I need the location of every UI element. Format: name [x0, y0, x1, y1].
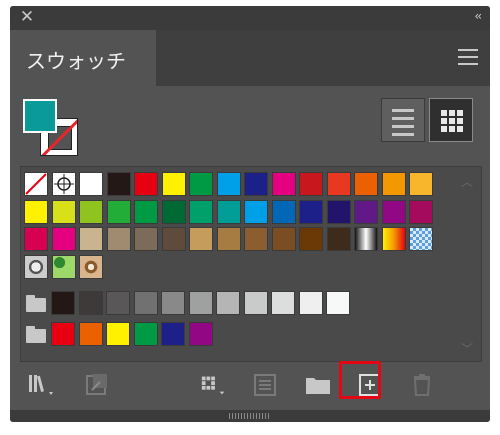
swatch[interactable] [409, 172, 433, 196]
swatch[interactable] [189, 199, 213, 224]
swatch[interactable] [271, 172, 296, 196]
swatch[interactable] [79, 254, 103, 279]
swatch[interactable] [161, 172, 186, 196]
swatch[interactable] [134, 172, 158, 196]
swatch[interactable] [299, 227, 323, 251]
tab-bar: スウォッチ [10, 30, 490, 86]
swatch[interactable] [24, 199, 48, 224]
swatch[interactable] [299, 199, 323, 224]
swatch[interactable] [161, 199, 186, 224]
swatch[interactable] [188, 322, 213, 346]
list-view-icon[interactable] [381, 98, 425, 142]
swatch[interactable] [244, 172, 268, 196]
swatch-options-icon[interactable] [250, 370, 280, 400]
swatch[interactable] [133, 322, 158, 346]
swatch[interactable] [51, 172, 76, 196]
swatch[interactable] [409, 227, 433, 251]
bottom-toolbar [10, 362, 490, 410]
swatch[interactable] [189, 172, 213, 196]
swatch[interactable] [216, 172, 241, 196]
swatch[interactable] [78, 322, 103, 346]
swatch[interactable] [216, 291, 240, 315]
swatch[interactable] [51, 254, 76, 279]
panel-menu-icon[interactable] [458, 49, 478, 65]
swatch[interactable] [244, 199, 268, 224]
swatch[interactable] [51, 227, 76, 251]
library-icon[interactable] [27, 370, 57, 400]
swatch-group-folder-icon[interactable] [26, 295, 46, 312]
swatch[interactable] [354, 172, 378, 196]
swatch[interactable] [106, 199, 131, 224]
swatch[interactable] [51, 322, 75, 346]
swatch[interactable] [326, 227, 351, 251]
swatch[interactable] [134, 199, 158, 224]
swatch[interactable] [243, 291, 268, 315]
resize-grip-icon[interactable] [229, 413, 269, 419]
swatch[interactable] [299, 172, 323, 196]
swatch[interactable] [161, 291, 185, 315]
swatch[interactable] [161, 227, 186, 251]
swatch[interactable] [354, 199, 378, 224]
swatch[interactable] [216, 199, 241, 224]
swatch[interactable] [51, 291, 75, 315]
swatch[interactable] [106, 291, 130, 315]
highlight-frame [339, 361, 381, 399]
close-icon[interactable]: ✕ [18, 8, 36, 26]
resize-strip [10, 410, 490, 422]
swatch[interactable] [381, 172, 406, 196]
swatch[interactable] [326, 172, 351, 196]
swatch[interactable] [381, 199, 406, 224]
swatch[interactable] [188, 291, 213, 315]
swatch[interactable] [78, 291, 103, 315]
swatch-kind-menu-icon[interactable] [199, 370, 229, 400]
collapse-icon[interactable]: ‹‹ [474, 9, 481, 23]
swatch[interactable] [79, 227, 103, 251]
swatch[interactable] [381, 227, 406, 251]
swatch[interactable] [106, 322, 130, 346]
swatch[interactable] [354, 227, 378, 251]
swatch-group-folder-icon[interactable] [26, 326, 46, 343]
swatch[interactable] [79, 199, 103, 224]
swatch[interactable] [51, 199, 76, 224]
swatch[interactable] [24, 227, 48, 251]
swatch[interactable] [189, 227, 213, 251]
grid-view-icon[interactable] [429, 98, 473, 142]
swatch[interactable] [106, 172, 131, 196]
swatch[interactable] [271, 227, 296, 251]
swatch[interactable] [24, 254, 48, 279]
place-swatch-icon[interactable] [83, 370, 113, 400]
swatch[interactable] [271, 199, 296, 224]
fill-swatch[interactable] [23, 99, 57, 133]
panel-titlebar: ✕ ‹‹ [10, 6, 490, 30]
swatch[interactable] [298, 291, 323, 315]
swatch[interactable] [133, 291, 158, 315]
swatches-panel: ✕ ‹‹ スウォッチ ︿ ﹀ [10, 6, 490, 422]
swatch[interactable] [326, 199, 351, 224]
scroll-up-icon[interactable]: ︿ [461, 173, 473, 190]
swatch[interactable] [79, 172, 103, 196]
folder-icon[interactable] [303, 370, 333, 400]
swatch[interactable] [271, 291, 295, 315]
scroll-down-icon[interactable]: ﹀ [461, 340, 473, 357]
swatch[interactable] [326, 291, 350, 315]
swatch[interactable] [244, 227, 268, 251]
tab-swatches[interactable]: スウォッチ [10, 30, 156, 86]
tab-label: スウォッチ [26, 49, 126, 73]
swatch[interactable] [216, 227, 241, 251]
swatch[interactable] [161, 322, 185, 346]
swatch-grid: ︿ ﹀ [20, 166, 482, 362]
swatch[interactable] [409, 199, 433, 224]
swatch[interactable] [106, 227, 131, 251]
swatch[interactable] [24, 172, 48, 196]
delete-icon[interactable] [407, 370, 437, 400]
swatch[interactable] [134, 227, 158, 251]
